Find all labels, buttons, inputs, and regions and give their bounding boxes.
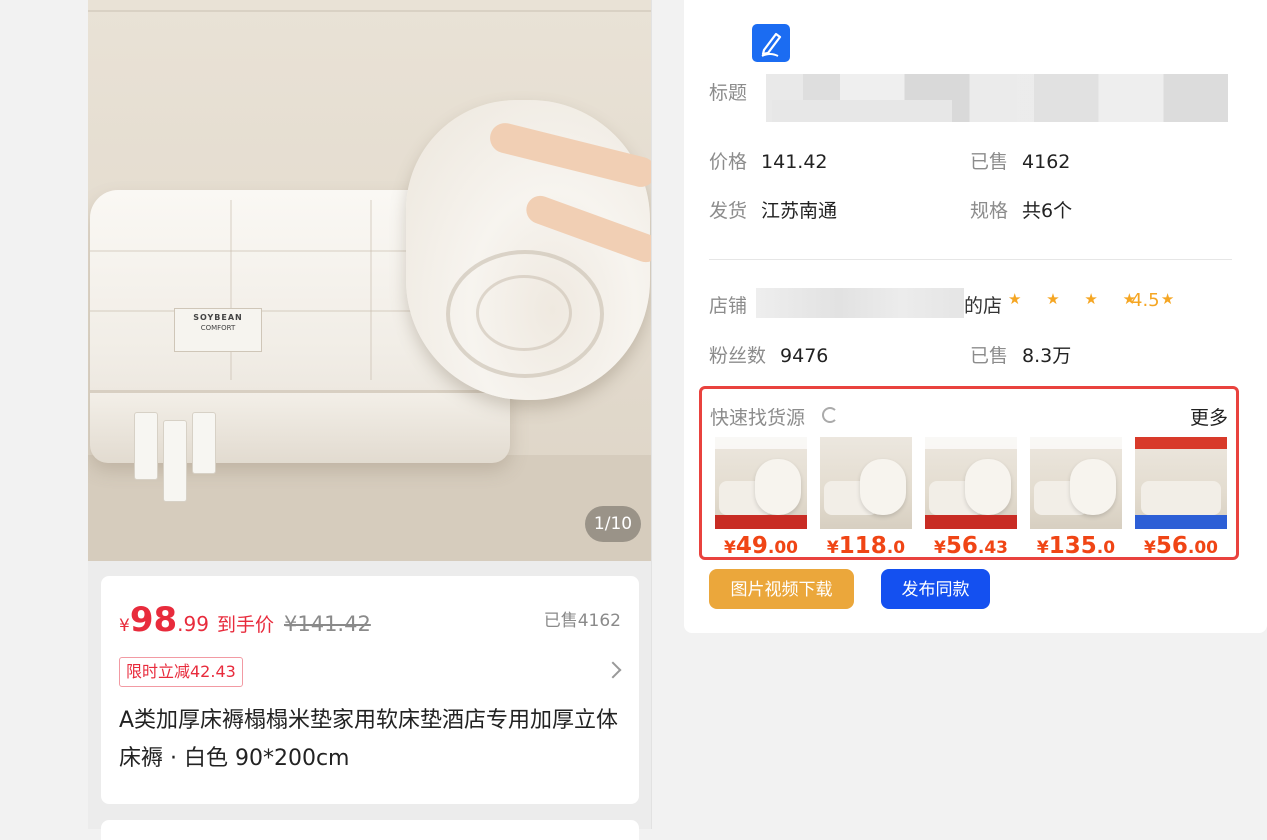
hang-tag — [163, 420, 187, 502]
fans-label: 粉丝数 — [709, 345, 767, 367]
shop-suffix: 的店 — [964, 295, 1003, 317]
source-price: ¥118.0 — [826, 533, 906, 559]
price-integer: 98 — [129, 600, 178, 640]
sold-value: 4162 — [1022, 151, 1071, 173]
price-row: ¥98.99 到手价 ¥141.42 — [119, 600, 371, 640]
title-row: 标题 — [709, 78, 747, 105]
shop-sold-row: 已售 8.3万 — [970, 341, 1071, 368]
divider — [709, 259, 1232, 260]
product-info-card: ¥98.99 到手价 ¥141.42 已售4162 限时立减42.43 A类加厚床褥… — [101, 576, 639, 804]
spec-row: 规格 共6个 — [970, 196, 1072, 223]
publish-same-button[interactable]: 发布同款 — [881, 569, 990, 609]
sold-row: 已售 4162 — [970, 147, 1070, 174]
product-image-carousel[interactable]: SOYBEAN COMFORT 1/10 — [88, 0, 651, 561]
ship-value: 江苏南通 — [761, 200, 838, 222]
spec-value: 共6个 — [1022, 200, 1073, 222]
shop-row: 店铺 — [709, 291, 747, 318]
blurred-title — [766, 74, 1228, 122]
refresh-icon[interactable] — [822, 407, 838, 423]
mattress-sub: COMFORT — [200, 324, 236, 332]
final-price-label: 到手价 — [216, 614, 274, 636]
quick-source-section: 快速找货源 更多 ¥49.00 ¥118.0 ¥56.43 ¥135.0 ¥56… — [699, 386, 1239, 560]
fans-value: 9476 — [780, 345, 829, 367]
product-info-panel: 标题 价格 141.42 已售 4162 发货 江苏南通 规格 共6个 店铺 的店 ★ … — [684, 0, 1267, 633]
ship-row: 发货 江苏南通 — [709, 196, 837, 223]
sold-count: 已售4162 — [543, 611, 621, 631]
source-image[interactable] — [715, 437, 807, 529]
shop-sold-value: 8.3万 — [1022, 345, 1072, 367]
source-price: ¥135.0 — [1036, 533, 1116, 559]
source-item[interactable]: ¥135.0 — [1030, 437, 1122, 559]
rating-value: 4.5 — [1131, 290, 1160, 311]
fans-row: 粉丝数 9476 — [709, 341, 828, 368]
promo-badge: 限时立减42.43 — [119, 657, 243, 687]
hang-tag — [134, 412, 158, 480]
shop-label: 店铺 — [709, 295, 748, 317]
more-link[interactable]: 更多 — [1190, 403, 1228, 430]
download-media-button[interactable]: 图片视频下载 — [709, 569, 854, 609]
source-item[interactable]: ¥49.00 — [715, 437, 807, 559]
source-price: ¥49.00 — [724, 533, 798, 559]
image-counter: 1/10 — [585, 506, 641, 542]
edit-button[interactable] — [752, 24, 790, 62]
next-card — [101, 820, 639, 840]
source-image[interactable] — [1135, 437, 1227, 529]
price-currency: ¥ — [119, 616, 130, 636]
mattress-brand: SOYBEAN — [193, 313, 243, 322]
product-detail-column: SOYBEAN COMFORT 1/10 ¥98.99 到手价 ¥141.42 已售… — [88, 0, 652, 840]
source-price: ¥56.43 — [934, 533, 1008, 559]
quick-source-title: 快速找货源 — [710, 407, 806, 429]
hang-tag — [192, 412, 216, 474]
source-item[interactable]: ¥56.43 — [925, 437, 1017, 559]
original-price: ¥141.42 — [283, 612, 371, 636]
ship-label: 发货 — [709, 200, 748, 222]
source-image[interactable] — [925, 437, 1017, 529]
source-item[interactable]: ¥56.00 — [1135, 437, 1227, 559]
price-row: 价格 141.42 — [709, 147, 828, 174]
blurred-shop-name — [756, 288, 964, 318]
shop-sold-label: 已售 — [970, 345, 1009, 367]
chevron-right-icon[interactable] — [604, 661, 622, 679]
source-item[interactable]: ¥118.0 — [820, 437, 912, 559]
price-label: 价格 — [709, 151, 748, 173]
pen-icon — [761, 32, 782, 57]
wall-line — [88, 10, 651, 12]
product-title: A类加厚床褥榻榻米垫家用软床垫酒店专用加厚立体床褥 · 白色 90*200cm — [119, 708, 619, 771]
spec-label: 规格 — [970, 200, 1009, 222]
source-image[interactable] — [1030, 437, 1122, 529]
source-image[interactable] — [820, 437, 912, 529]
title-label: 标题 — [709, 82, 748, 104]
price-value: 141.42 — [761, 151, 828, 173]
mattress-label: SOYBEAN COMFORT — [174, 308, 262, 352]
sold-label: 已售 — [970, 151, 1009, 173]
source-price: ¥56.00 — [1144, 533, 1218, 559]
price-decimal: .99 — [177, 612, 209, 636]
